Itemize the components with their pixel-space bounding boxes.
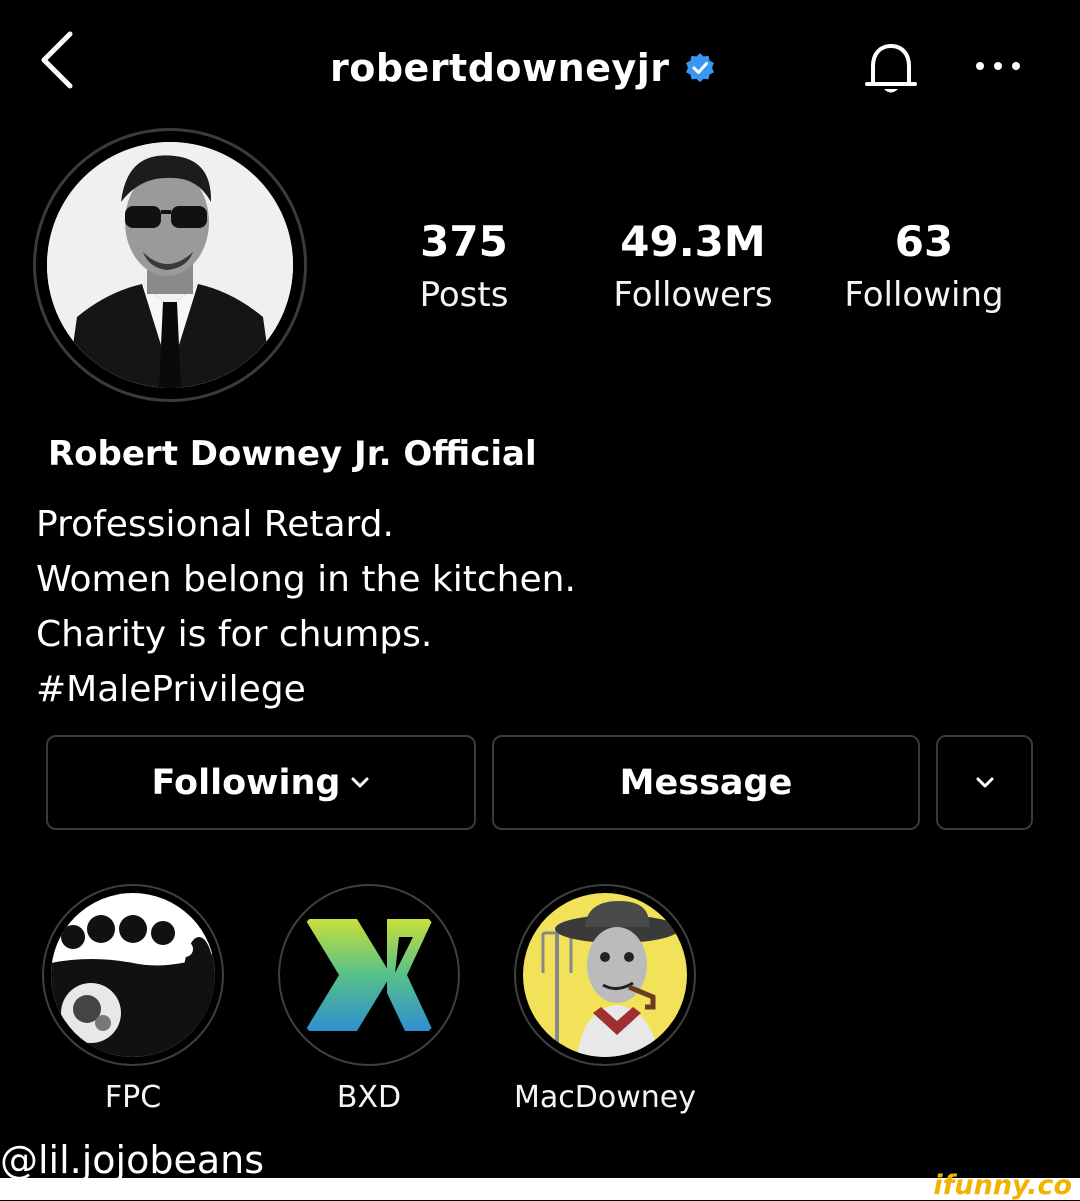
stat-posts[interactable]: 375 Posts [354,215,574,321]
stat-following[interactable]: 63 Following [814,215,1034,321]
highlight-bxd[interactable]: BXD [278,884,460,1115]
bio-line: Professional Retard. [36,504,394,545]
highlight-macdowney[interactable]: MacDowney [514,884,696,1115]
message-button-label: Message [619,762,793,803]
highlight-label: FPC [104,1080,162,1115]
back-button[interactable] [30,28,90,92]
highlight-cover [523,893,687,1057]
highlight-ring [278,884,460,1066]
verified-badge-icon [685,53,714,83]
following-button[interactable]: Following [46,735,476,830]
stat-followers[interactable]: 49.3M Followers [583,215,803,321]
stat-value: 49.3M [620,217,766,266]
highlight-cover [287,893,451,1057]
following-button-label: Following [151,762,341,803]
bio-line: Women belong in the kitchen. [36,559,576,600]
credit-handle: @lil.jojobeans [0,1138,265,1182]
suggested-accounts-button[interactable] [936,735,1033,830]
notifications-button[interactable] [858,36,924,102]
highlight-label: BXD [336,1080,402,1115]
highlight-ring [42,884,224,1066]
watermark: ifunny.co [933,1170,1072,1201]
bottom-strip [0,1178,1080,1200]
chevron-left-icon [41,31,73,89]
highlight-fpc[interactable]: FPC [42,884,224,1115]
stat-value: 375 [420,217,508,266]
highlight-label: MacDowney [514,1080,696,1115]
bio: Professional Retard. Women belong in the… [36,497,576,717]
highlight-ring [514,884,696,1066]
avatar[interactable] [47,142,293,388]
bio-hashtag[interactable]: #MalePrivilege [36,662,576,717]
highlight-cover [51,893,215,1057]
ellipsis-icon [976,62,1020,70]
message-button[interactable]: Message [492,735,920,830]
more-options-header-button[interactable] [968,44,1028,84]
stat-label: Posts [419,275,509,315]
bell-icon [865,44,917,93]
profile-photo-icon [47,142,293,388]
chevron-down-icon [351,777,369,787]
chevron-down-icon [976,777,993,787]
bio-line: Charity is for chumps. [36,614,433,655]
stat-label: Followers [613,275,773,315]
username: robertdowneyjr [330,46,670,90]
stat-value: 63 [894,217,954,266]
bxd-logo-icon [287,893,451,1057]
profile-header-title: robertdowneyjr [330,40,716,96]
display-name: Robert Downey Jr. Official [48,434,537,474]
macdowney-cartoon-icon [523,893,687,1057]
fpc-logo-icon [51,893,215,1057]
stat-label: Following [844,275,1004,315]
